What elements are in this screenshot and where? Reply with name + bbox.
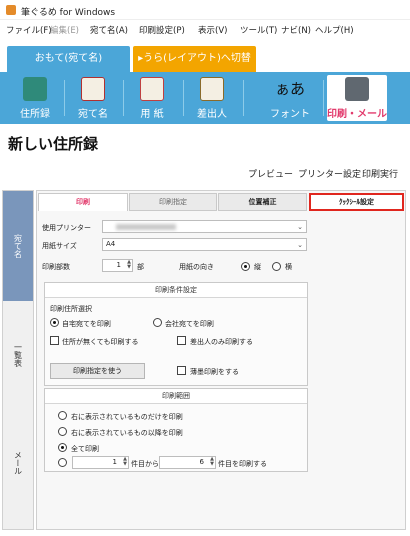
main-toolbar: 住所録 宛て名 用 紙 差出人 ぁあ フォント 印刷・メール <box>0 72 410 124</box>
paper-size-select[interactable]: A4 ⌄ <box>102 238 307 251</box>
use-print-spec-button[interactable]: 印刷指定を使う <box>50 363 145 379</box>
home-address-label: 自宅宛てを印刷 <box>62 320 111 328</box>
stepper-arrows-icon: ▲ ▼ <box>127 259 131 270</box>
menu-atena[interactable]: 宛て名(A) <box>90 24 128 36</box>
page-header: 新しい住所録 <box>0 124 410 160</box>
copies-unit: 部 <box>137 263 144 271</box>
sidetab-atena[interactable]: 宛て名 <box>3 191 33 301</box>
range-from-current-label: 右に表示されているもの以降を印刷 <box>71 429 183 437</box>
copies-stepper[interactable]: 1 ▲ ▼ <box>102 259 133 272</box>
side-tabs: おもて(宛て名) ▸うら(レイアウト)へ切替 <box>0 42 410 72</box>
tab-print-spec[interactable]: 印刷指定 <box>129 193 217 211</box>
menu-help[interactable]: ヘルプ(H) <box>315 24 354 36</box>
printer-icon <box>345 77 369 101</box>
copies-value: 1 <box>116 261 121 269</box>
orientation-portrait-radio[interactable] <box>241 262 250 271</box>
range-current-only-label: 右に表示されているものだけを印刷 <box>71 413 183 421</box>
menu-tools[interactable]: ツール(T) <box>240 24 277 36</box>
postcard-icon <box>81 77 105 101</box>
range-to-value: 6 <box>199 458 204 466</box>
orientation-landscape-label: 横 <box>285 263 292 271</box>
font-icon: ぁあ <box>274 80 305 98</box>
paper-size-label: 用紙サイズ <box>42 242 77 250</box>
sender-icon <box>200 77 224 101</box>
orientation-portrait-label: 縦 <box>254 263 261 271</box>
menu-file[interactable]: ファイル(F) <box>6 24 52 36</box>
toolbar-address-book[interactable]: 住所録 <box>9 75 61 121</box>
toolbar-sender[interactable]: 差出人 <box>186 75 238 121</box>
title-bar: 筆ぐるめ for Windows <box>0 0 410 20</box>
range-all-radio[interactable] <box>58 443 67 452</box>
stepper-arrows-icon: ▲ ▼ <box>123 456 127 467</box>
sender-only-checkbox[interactable] <box>177 336 186 345</box>
range-from-current-radio[interactable] <box>58 427 67 436</box>
view-tabs: 宛て名 一覧表 メール <box>2 190 34 530</box>
toolbar-atena[interactable]: 宛て名 <box>67 75 119 121</box>
toolbar-print-mail[interactable]: 印刷・メール <box>327 75 387 121</box>
orientation-landscape-radio[interactable] <box>272 262 281 271</box>
tab-position-adjust[interactable]: 位置補正 <box>218 193 307 211</box>
range-from-label: 件目から <box>131 460 159 468</box>
stepper-arrows-icon: ▲ ▼ <box>210 456 214 467</box>
preview-button[interactable]: プレビュー <box>248 167 293 180</box>
range-from-value: 1 <box>112 458 117 466</box>
sender-only-label: 差出人のみ印刷する <box>190 338 253 346</box>
printer-name-redacted <box>116 224 176 230</box>
tab-back-layout[interactable]: ▸うら(レイアウト)へ切替 <box>133 46 256 72</box>
settings-tabs: 印刷 印刷指定 位置補正 ｸｯｸｼｰﾙ設定 <box>37 192 405 212</box>
menu-bar: ファイル(F) 編集(E) 宛て名(A) 印刷設定(P) 表示(V) ツール(T… <box>0 22 410 38</box>
range-to-stepper[interactable]: 6 ▲ ▼ <box>159 456 216 469</box>
orientation-label: 用紙の向き <box>179 263 214 271</box>
tab-print[interactable]: 印刷 <box>38 193 128 211</box>
sidetab-mail[interactable]: メール <box>3 408 33 518</box>
printer-select[interactable]: ⌄ <box>102 220 307 233</box>
sidetab-list[interactable]: 一覧表 <box>3 302 33 407</box>
printer-label: 使用プリンター <box>42 224 91 232</box>
print-condition-header: 印刷条件設定 <box>45 283 307 298</box>
window-title: 筆ぐるめ for Windows <box>21 8 116 18</box>
address-book-icon <box>23 77 47 101</box>
thin-ink-checkbox[interactable] <box>177 366 186 375</box>
menu-print-settings[interactable]: 印刷設定(P) <box>139 24 185 36</box>
range-from-stepper[interactable]: 1 ▲ ▼ <box>72 456 129 469</box>
paper-icon <box>140 77 164 101</box>
home-address-radio[interactable] <box>50 318 59 327</box>
tab-front-atena[interactable]: おもて(宛て名) <box>7 46 130 72</box>
range-current-only-radio[interactable] <box>58 411 67 420</box>
range-to-label: 件目を印刷する <box>218 460 267 468</box>
app-icon <box>6 5 16 15</box>
menu-view[interactable]: 表示(V) <box>198 24 227 36</box>
no-address-checkbox[interactable] <box>50 336 59 345</box>
chevron-down-icon: ⌄ <box>297 223 303 231</box>
chevron-down-icon: ⌄ <box>297 241 303 249</box>
company-address-radio[interactable] <box>153 318 162 327</box>
page-title: 新しい住所録 <box>8 135 99 153</box>
printer-setup-button[interactable]: プリンター設定 <box>298 167 361 180</box>
toolbar-paper[interactable]: 用 紙 <box>126 75 178 121</box>
menu-navi[interactable]: ナビ(N) <box>281 24 311 36</box>
no-address-label: 住所が無くても印刷する <box>62 338 139 346</box>
range-all-label: 全て印刷 <box>71 445 99 453</box>
address-select-label: 印刷住所選択 <box>50 305 92 313</box>
tab-kukkuseal-settings[interactable]: ｸｯｸｼｰﾙ設定 <box>309 193 404 211</box>
print-execute-button[interactable]: 印刷実行 <box>362 167 398 180</box>
menu-edit[interactable]: 編集(E) <box>50 24 79 36</box>
paper-size-value: A4 <box>106 240 116 248</box>
toolbar-font[interactable]: ぁあ フォント <box>264 75 316 121</box>
company-address-label: 会社宛てを印刷 <box>165 320 214 328</box>
copies-label: 印刷部数 <box>42 263 70 271</box>
action-bar: プレビュー プリンター設定 印刷実行 <box>0 160 410 186</box>
print-range-header: 印刷範囲 <box>45 389 307 404</box>
thin-ink-label: 薄墨印刷をする <box>190 368 239 376</box>
range-custom-radio[interactable] <box>58 458 67 467</box>
